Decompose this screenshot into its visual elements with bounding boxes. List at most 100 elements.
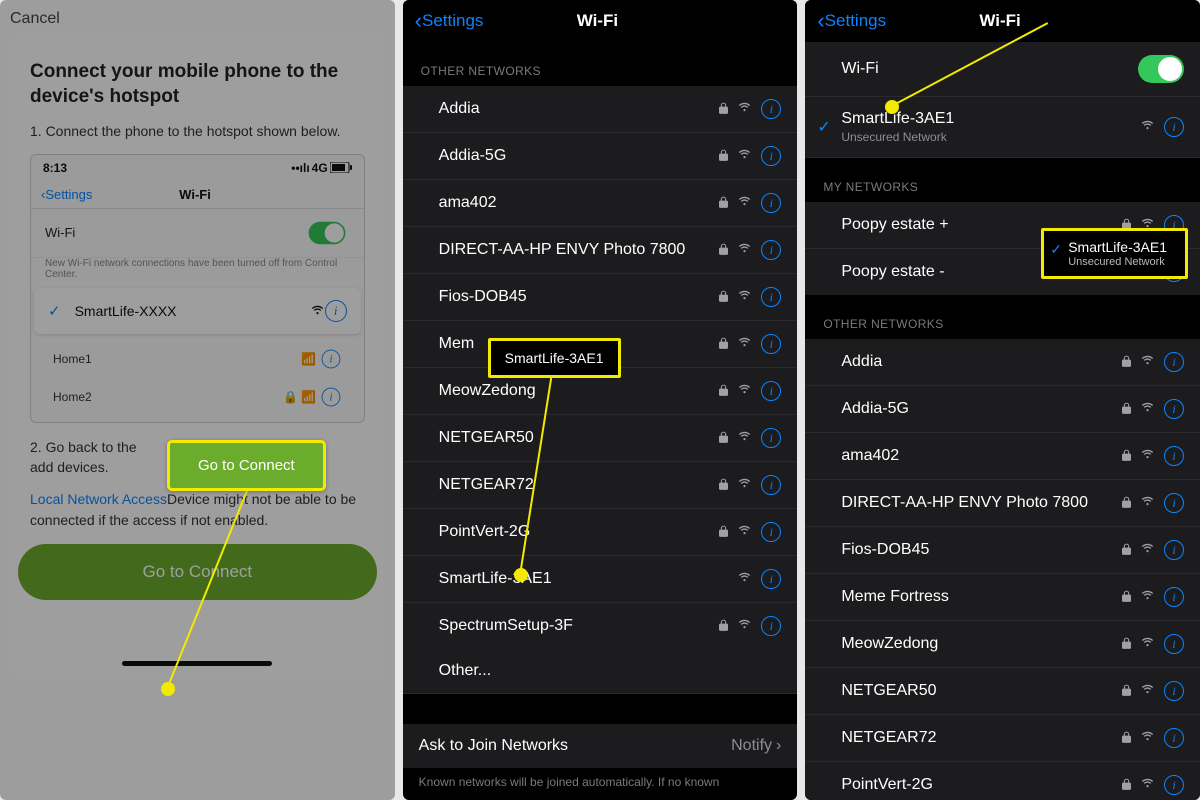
lock-icon: [1122, 778, 1131, 793]
network-row[interactable]: Fios-DOB45i: [805, 527, 1200, 574]
wifi-toggle[interactable]: [1138, 55, 1184, 83]
network-name: SpectrumSetup-3F: [439, 617, 720, 635]
network-row[interactable]: PointVert-2G i: [805, 762, 1200, 800]
network-row[interactable]: Addia-5G i: [403, 133, 798, 180]
section-header-other: OTHER NETWORKS: [403, 42, 798, 86]
info-icon[interactable]: i: [1164, 493, 1184, 513]
network-name: MeowZedong: [841, 635, 1122, 653]
mock-network-item[interactable]: Home1📶 i: [31, 340, 364, 378]
tooltip-name: SmartLife-3AE1: [1068, 239, 1167, 255]
network-name: NETGEAR50: [439, 429, 720, 447]
network-row[interactable]: NETGEAR72i: [403, 462, 798, 509]
info-icon[interactable]: i: [761, 569, 781, 589]
info-icon[interactable]: i: [1164, 775, 1184, 795]
info-icon[interactable]: i: [761, 334, 781, 354]
network-name: Addia-5G: [439, 147, 720, 165]
info-icon[interactable]: i: [761, 287, 781, 307]
lock-icon: [719, 102, 728, 117]
network-row[interactable]: NETGEAR72i: [805, 715, 1200, 762]
network-row[interactable]: DIRECT-AA-HP ENVY Photo 7800i: [403, 227, 798, 274]
info-icon[interactable]: i: [761, 522, 781, 542]
info-icon[interactable]: i: [1164, 634, 1184, 654]
section-header-my: MY NETWORKS: [805, 158, 1200, 202]
info-icon[interactable]: i: [1164, 399, 1184, 419]
go-to-connect-button[interactable]: Go to Connect: [18, 544, 377, 600]
info-icon[interactable]: i: [761, 381, 781, 401]
connected-sub: Unsecured Network: [841, 130, 1140, 144]
mock-network-item[interactable]: Home2🔒 📶 i: [31, 378, 364, 416]
mock-selected-network[interactable]: ✓ SmartLife-XXXX i: [34, 288, 361, 334]
info-icon[interactable]: i: [761, 240, 781, 260]
info-icon[interactable]: i: [1164, 728, 1184, 748]
network-row[interactable]: ama402i: [403, 180, 798, 227]
network-name: PointVert-2G: [841, 776, 1122, 794]
info-icon[interactable]: i: [1164, 587, 1184, 607]
connected-network-row[interactable]: ✓ SmartLife-3AE1 Unsecured Network i: [805, 97, 1200, 158]
wifi-icon: [737, 240, 752, 260]
network-row[interactable]: ama402i: [805, 433, 1200, 480]
local-network-link[interactable]: Local Network Access: [30, 491, 167, 507]
network-row[interactable]: SmartLife-3AE1i: [403, 556, 798, 603]
ask-to-join-value: Notify: [731, 737, 772, 755]
info-icon[interactable]: i: [1164, 352, 1184, 372]
network-row[interactable]: Addia-5Gi: [805, 386, 1200, 433]
nav-bar: ‹Settings Wi-Fi: [805, 0, 1200, 42]
tooltip-sub: Unsecured Network: [1068, 256, 1167, 268]
wifi-icon: 📶 i: [301, 348, 341, 370]
check-icon: ✓: [817, 117, 830, 137]
info-icon[interactable]: i: [761, 193, 781, 213]
mock-signal: ••ılı4G: [291, 161, 351, 175]
wifi-icon: [737, 146, 752, 166]
info-icon[interactable]: i: [1164, 681, 1184, 701]
page-title: Wi-Fi: [409, 11, 785, 31]
network-row[interactable]: DIRECT-AA-HP ENVY Photo 7800i: [805, 480, 1200, 527]
lock-icon: [1122, 731, 1131, 746]
lock-icon: [719, 196, 728, 211]
network-row[interactable]: Addiai: [403, 86, 798, 133]
chevron-right-icon: ›: [776, 737, 781, 755]
wifi-icon: [737, 381, 752, 401]
other-network-button[interactable]: Other...: [403, 649, 798, 694]
wifi-icon: [737, 616, 752, 636]
info-icon[interactable]: i: [1164, 117, 1184, 137]
wifi-icon: [1140, 728, 1155, 748]
info-icon[interactable]: i: [1164, 446, 1184, 466]
wifi-icon: 🔒 📶 i: [283, 386, 342, 408]
info-icon[interactable]: i: [325, 300, 347, 322]
lock-icon: [1122, 496, 1131, 511]
section-header-other: OTHER NETWORKS: [805, 295, 1200, 339]
network-row[interactable]: Meme Fortressi: [805, 574, 1200, 621]
step1-text: 1. Connect the phone to the hotspot show…: [30, 121, 365, 141]
info-icon[interactable]: i: [761, 428, 781, 448]
ask-to-join-row[interactable]: Ask to Join Networks Notify›: [403, 724, 798, 768]
wifi-icon: [737, 193, 752, 213]
network-row[interactable]: PointVert-2Gi: [403, 509, 798, 556]
wifi-icon: [1140, 493, 1155, 513]
network-row[interactable]: NETGEAR50i: [805, 668, 1200, 715]
mock-subnote: New Wi-Fi network connections have been …: [31, 258, 364, 288]
network-row[interactable]: Fios-DOB45i: [403, 274, 798, 321]
lock-icon: [719, 384, 728, 399]
nav-bar: ‹Settings Wi-Fi: [403, 0, 798, 42]
wifi-icon: [1140, 446, 1155, 466]
mock-wifi-toggle[interactable]: [308, 221, 345, 243]
lock-icon: [719, 290, 728, 305]
wifi-icon: [737, 334, 752, 354]
cancel-button[interactable]: Cancel: [0, 10, 395, 36]
info-icon[interactable]: i: [761, 146, 781, 166]
mock-wifi-label: Wi-Fi: [45, 225, 75, 240]
info-icon[interactable]: i: [761, 616, 781, 636]
home-indicator[interactable]: [122, 661, 272, 666]
wifi-icon: [1140, 775, 1155, 795]
network-row[interactable]: SpectrumSetup-3F i: [403, 603, 798, 649]
info-icon[interactable]: i: [761, 475, 781, 495]
network-row[interactable]: Addiai: [805, 339, 1200, 386]
info-icon[interactable]: i: [761, 99, 781, 119]
wifi-icon: [1140, 352, 1155, 372]
info-icon[interactable]: i: [1164, 540, 1184, 560]
network-row[interactable]: NETGEAR50 i: [403, 415, 798, 462]
network-row[interactable]: MeowZedong i: [805, 621, 1200, 668]
footnote: Known networks will be joined automatica…: [403, 768, 798, 790]
panel-wifi-list: ‹Settings Wi-Fi OTHER NETWORKS AddiaiAdd…: [403, 0, 798, 800]
connected-name: SmartLife-3AE1: [841, 110, 954, 127]
